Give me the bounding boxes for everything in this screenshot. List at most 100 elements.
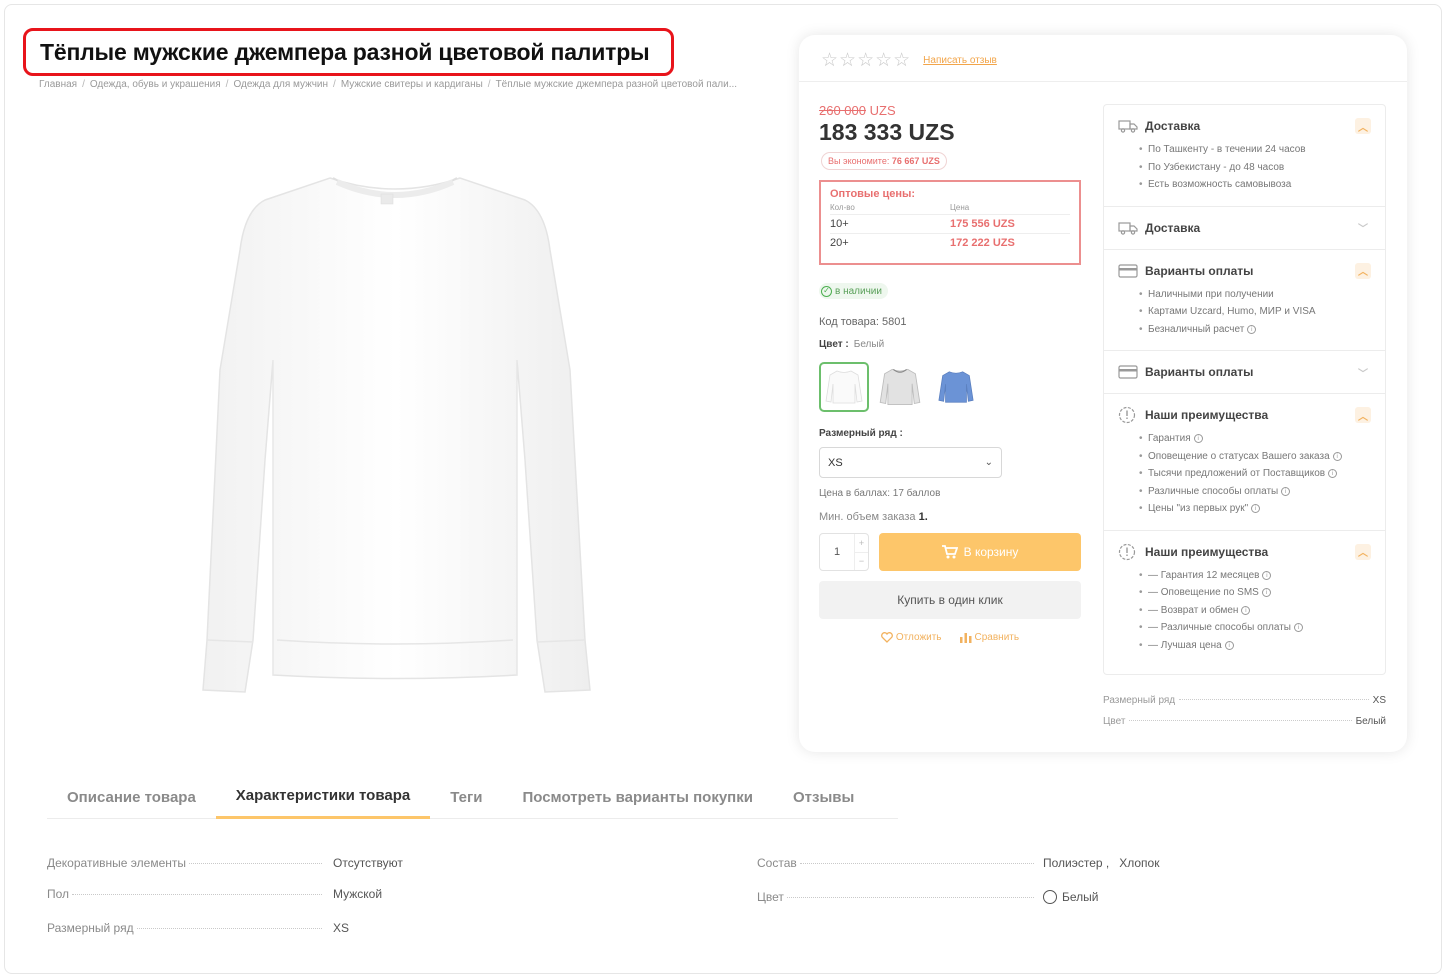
list-item: — Оповещение по SMSi (1139, 584, 1371, 602)
breadcrumb-item[interactable]: Главная (39, 79, 77, 90)
chevron-down-icon: ⌄ (984, 457, 993, 468)
list-item: Безналичный расчетi (1139, 321, 1371, 339)
quantity-input[interactable]: 1 (820, 534, 854, 570)
list-item: Различные способы оплатыi (1139, 483, 1371, 501)
color-swatch-blue[interactable] (931, 362, 981, 412)
breadcrumb-item[interactable]: Одежда, обувь и украшения (90, 79, 221, 90)
chevron-down-icon[interactable]: ﹀ (1355, 364, 1371, 380)
defer-button[interactable]: Отложить (881, 632, 942, 643)
accordion-header[interactable]: Доставка ﹀ (1118, 207, 1371, 249)
accordion-section-advantages-2: Наши преимущества ︿ — Гарантия 12 месяце… (1104, 531, 1385, 667)
chevron-up-icon[interactable]: ︿ (1355, 262, 1371, 279)
rating-stars[interactable]: ☆☆☆☆☆ (821, 49, 911, 72)
info-icon[interactable]: i (1224, 640, 1234, 650)
list-item: — Гарантия 12 месяцевi (1139, 567, 1371, 585)
list-item: Картами Uzcard, Humo, МИР и VISA (1139, 303, 1371, 321)
tab-characteristics[interactable]: Характеристики товара (215, 775, 431, 819)
info-accordion: Доставка ︿ По Ташкенту - в течении 24 ча… (1103, 104, 1386, 675)
info-icon[interactable]: i (1262, 570, 1272, 580)
product-title-box: Тёплые мужские джемпера разной цветовой … (23, 28, 674, 76)
color-label: Цвет : Белый (819, 339, 885, 350)
current-price: 183 333 UZS (819, 119, 955, 145)
check-circle-icon: ✓ (821, 285, 832, 297)
product-page: Тёплые мужские джемпера разной цветовой … (0, 0, 1446, 978)
accordion-section-delivery: Доставка ︿ По Ташкенту - в течении 24 ча… (1104, 105, 1385, 207)
list-item: — Возврат и обменi (1139, 602, 1371, 620)
accordion-header[interactable]: Варианты оплаты ﹀ (1118, 351, 1371, 393)
quantity-minus-button[interactable]: − (855, 551, 868, 571)
badge-icon (1118, 543, 1138, 560)
compare-button[interactable]: Сравнить (959, 632, 1019, 643)
product-code: Код товара: 5801 (819, 316, 907, 328)
accordion-section-payment-collapsed: Варианты оплаты ﹀ (1104, 351, 1385, 394)
info-icon[interactable]: i (1247, 324, 1257, 334)
add-to-cart-button[interactable]: В корзину (879, 533, 1081, 571)
breadcrumb: Главная / Одежда, обувь и украшения / Одежда… (39, 79, 738, 90)
info-icon[interactable]: i (1293, 623, 1303, 632)
color-swatch-white[interactable] (819, 362, 869, 412)
size-select[interactable]: XS ⌄ (819, 447, 1002, 478)
color-swatch-grey[interactable] (875, 362, 925, 412)
cart-icon (941, 545, 958, 559)
breadcrumb-item[interactable]: Одежда для мужчин (233, 79, 328, 90)
list-item: По Ташкенту - в течении 24 часов (1139, 141, 1371, 159)
tab-description[interactable]: Описание товара (47, 775, 216, 819)
savings-badge: Вы экономите: 76 667 UZS (821, 152, 947, 170)
breadcrumb-item[interactable]: Мужские свитеры и кардиганы (341, 79, 483, 90)
list-item: Цены "из первых рук"i (1139, 500, 1371, 518)
info-icon[interactable]: i (1193, 434, 1203, 443)
mini-spec-color: Цвет Белый (1103, 716, 1386, 727)
accordion-section-delivery-collapsed: Доставка ﹀ (1104, 207, 1385, 250)
truck-icon (1118, 220, 1138, 236)
tab-tags[interactable]: Теги (430, 775, 502, 819)
info-icon[interactable]: i (1281, 486, 1291, 496)
tab-purchase-options[interactable]: Посмотреть варианты покупки (502, 775, 773, 819)
product-title: Тёплые мужские джемпера разной цветовой … (40, 38, 650, 65)
buy-one-click-button[interactable]: Купить в один клик (819, 581, 1081, 619)
list-item: Тысячи предложений от Поставщиковi (1139, 465, 1371, 483)
list-item: Гарантияi (1139, 430, 1371, 448)
chevron-up-icon[interactable]: ︿ (1355, 118, 1371, 134)
spec-row: Состав Полиэстер , Хлопок (757, 856, 1160, 870)
list-item: Наличными при получении (1139, 286, 1371, 304)
accordion-section-payment: Варианты оплаты ︿ Наличными при получени… (1104, 250, 1385, 351)
info-icon[interactable]: i (1251, 504, 1261, 513)
wholesale-row: 10+ 175 556 UZS (830, 215, 1070, 234)
tab-reviews[interactable]: Отзывы (773, 775, 874, 819)
chevron-up-icon[interactable]: ︿ (1355, 543, 1371, 560)
product-image[interactable] (195, 170, 595, 700)
min-order: Мин. объем заказа 1. (819, 511, 928, 523)
info-icon[interactable]: i (1328, 469, 1338, 478)
chevron-down-icon[interactable]: ﹀ (1355, 220, 1371, 236)
info-icon[interactable]: i (1332, 451, 1342, 461)
spec-row: Размерный ряд XS (47, 921, 350, 935)
wholesale-title: Оптовые цены: (830, 188, 916, 200)
color-swatches (819, 362, 981, 412)
quantity-plus-button[interactable]: + (855, 534, 868, 552)
info-icon[interactable]: i (1241, 605, 1251, 615)
spec-row: Пол Мужской (47, 887, 383, 901)
price-in-points: Цена в баллах: 17 баллов (819, 488, 941, 499)
color-circle-icon (1043, 890, 1057, 904)
card-icon (1118, 364, 1138, 380)
info-icon[interactable]: i (1261, 588, 1271, 597)
product-purchase-card: ☆☆☆☆☆ Написать отзыв 260 000 UZS 183 333… (799, 35, 1407, 752)
accordion-section-advantages: Наши преимущества ︿ Гарантияi Оповещение… (1104, 394, 1385, 531)
badge-icon (1118, 406, 1138, 424)
heart-icon (881, 632, 893, 643)
card-icon (1118, 263, 1138, 279)
size-label: Размерный ряд : (819, 428, 903, 439)
list-item: Есть возможность самовывоза (1139, 176, 1371, 194)
breadcrumb-current: Тёплые мужские джемпера разной цветовой … (495, 79, 738, 90)
spec-row: Цвет Белый (757, 890, 1099, 904)
mini-spec-size: Размерный ряд XS (1103, 695, 1386, 706)
quantity-stepper: 1 + − (819, 533, 869, 571)
chevron-up-icon[interactable]: ︿ (1355, 407, 1371, 423)
write-review-link[interactable]: Написать отзыв (923, 55, 997, 66)
list-item: — Лучшая ценаi (1139, 637, 1371, 655)
stock-badge: ✓ в наличии (819, 283, 888, 299)
product-tabs: Описание товара Характеристики товара Те… (47, 775, 898, 819)
list-item: Оповещение о статусах Вашего заказаi (1139, 448, 1371, 466)
wholesale-row: 20+ 172 222 UZS (830, 237, 1015, 249)
secondary-actions: Отложить Сравнить (819, 632, 1081, 643)
